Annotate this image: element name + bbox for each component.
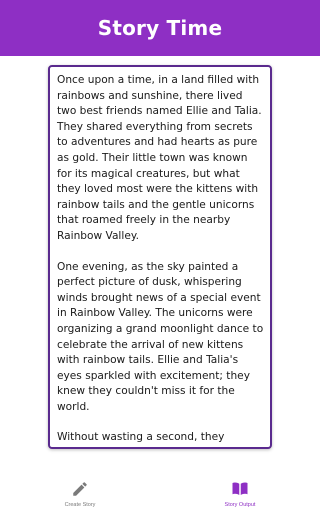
nav-item-create-story[interactable]: Create Story — [0, 470, 160, 508]
book-icon — [232, 482, 248, 495]
nav-label-story-output: Story Output — [224, 502, 256, 508]
nav-label-create-story: Create Story — [64, 502, 96, 508]
story-text-scroll[interactable]: Once upon a time, in a land filled with … — [50, 67, 270, 447]
app-bar: Story Time — [0, 0, 320, 56]
pencil-icon — [73, 482, 87, 496]
story-paragraph: Without wasting a second, they packed th… — [57, 431, 225, 444]
story-paragraph: Once upon a time, in a land filled with … — [57, 74, 262, 242]
page-title: Story Time — [97, 16, 223, 40]
story-card[interactable]: Once upon a time, in a land filled with … — [48, 65, 272, 449]
nav-item-story-output[interactable]: Story Output — [160, 470, 320, 508]
bottom-navigation: Create Story Story Output — [0, 470, 320, 512]
story-paragraph: One evening, as the sky painted a perfec… — [57, 260, 264, 413]
